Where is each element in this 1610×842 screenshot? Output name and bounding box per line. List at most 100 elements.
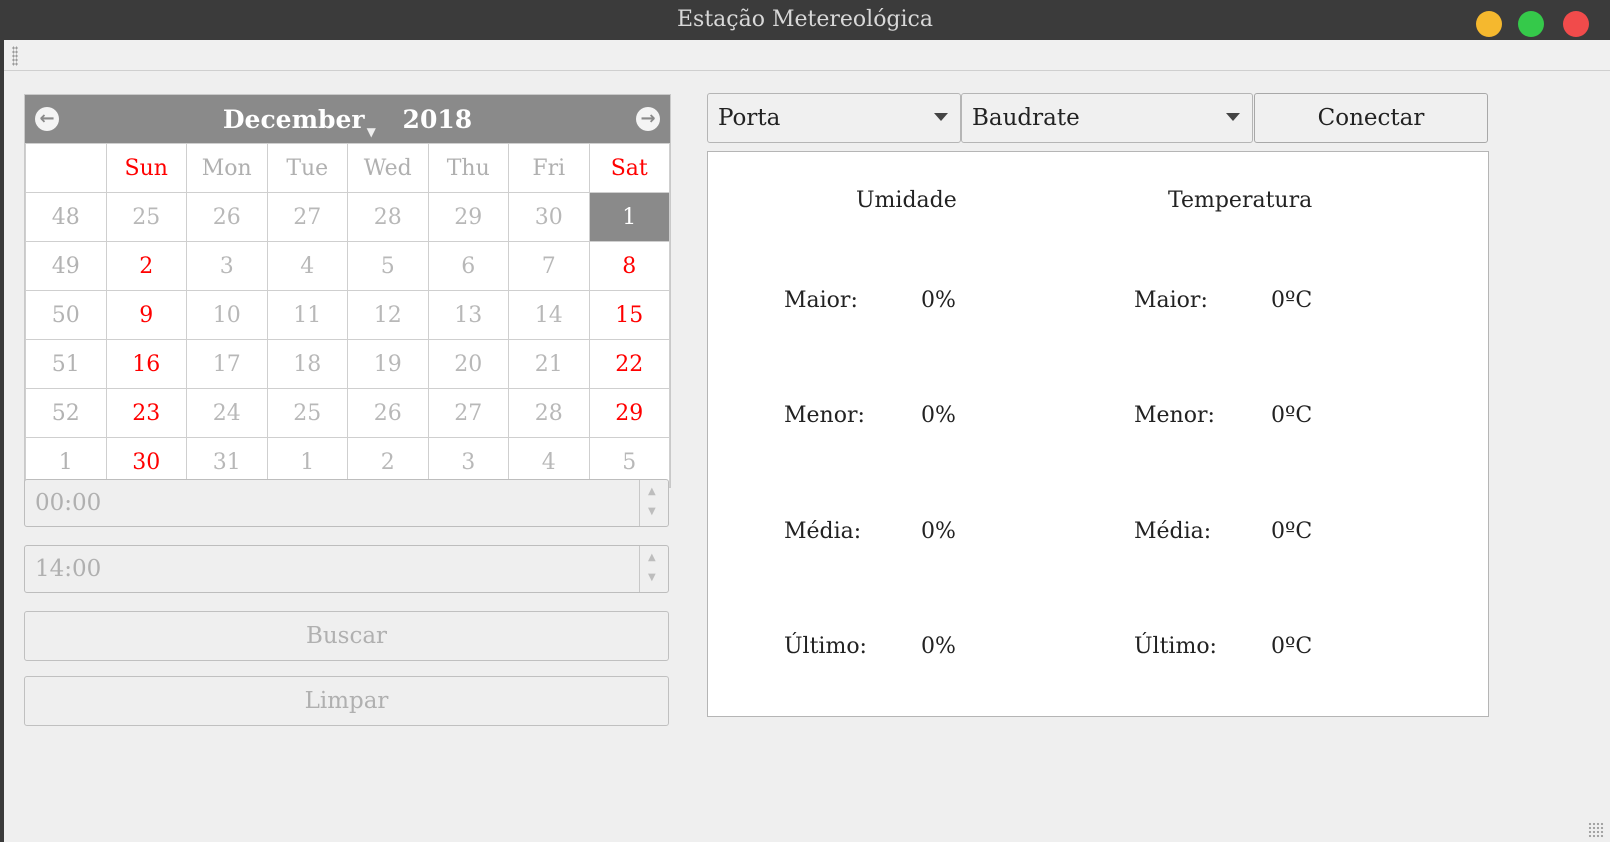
baudrate-select[interactable]: Baudrate: [961, 93, 1253, 143]
calendar-day[interactable]: 14: [508, 290, 590, 340]
humidity-min-label: Menor:: [784, 403, 865, 428]
weekday-header: Tue: [266, 143, 348, 193]
calendar-day[interactable]: 26: [186, 192, 268, 242]
humidity-last-value: 0%: [921, 634, 956, 659]
humidity-max-label: Maior:: [784, 288, 858, 313]
title-bar: Estação Metereológica: [0, 0, 1610, 40]
chevron-down-icon: [934, 113, 948, 121]
step-up-icon[interactable]: ▲: [648, 552, 656, 563]
baudrate-select-value: Baudrate: [972, 105, 1080, 131]
calendar-day[interactable]: 11: [266, 290, 348, 340]
calendar-grid: Sun Mon Tue Wed Thu Fri Sat 48 25 26 27 …: [25, 143, 670, 487]
humidity-avg-label: Média:: [784, 519, 862, 544]
calendar-day[interactable]: 28: [508, 388, 590, 438]
calendar-month-year: December ▼ 2018: [25, 105, 670, 139]
calendar-day[interactable]: 25: [105, 192, 187, 242]
port-select[interactable]: Porta: [707, 93, 961, 143]
calendar-day[interactable]: 15: [588, 290, 670, 340]
step-up-icon[interactable]: ▲: [648, 486, 656, 497]
port-select-value: Porta: [718, 105, 781, 131]
chevron-down-icon: [1226, 113, 1240, 121]
calendar-day[interactable]: 5: [347, 241, 429, 291]
next-month-icon[interactable]: →: [636, 107, 660, 131]
start-time-input[interactable]: 00:00 ▲ ▼: [24, 479, 669, 527]
week-number: 51: [25, 339, 107, 389]
temperature-avg-label: Média:: [1134, 519, 1212, 544]
calendar-day[interactable]: 24: [186, 388, 268, 438]
close-button[interactable]: [1563, 11, 1589, 37]
connect-button[interactable]: Conectar: [1254, 93, 1488, 143]
calendar-widget: ← December ▼ 2018 → Sun Mon Tue Wed Thu F…: [24, 94, 671, 488]
weekday-header: Wed: [347, 143, 429, 193]
calendar-week-row: 51 16 17 18 19 20 21 22: [25, 339, 670, 389]
calendar-day[interactable]: 7: [508, 241, 590, 291]
week-number: 52: [25, 388, 107, 438]
weekday-header: Mon: [186, 143, 268, 193]
temperature-avg-value: 0ºC: [1271, 519, 1313, 544]
toolbar-grip-icon[interactable]: [12, 46, 18, 66]
week-number: 50: [25, 290, 107, 340]
week-number: 48: [25, 192, 107, 242]
calendar-week-row: 50 9 10 11 12 13 14 15: [25, 290, 670, 340]
month-dropdown-icon[interactable]: ▼: [367, 125, 376, 139]
calendar-day[interactable]: 22: [588, 339, 670, 389]
calendar-day[interactable]: 29: [427, 192, 509, 242]
calendar-day[interactable]: 12: [347, 290, 429, 340]
calendar-day[interactable]: 20: [427, 339, 509, 389]
calendar-day[interactable]: 27: [266, 192, 348, 242]
maximize-button[interactable]: [1518, 11, 1544, 37]
search-button[interactable]: Buscar: [24, 611, 669, 661]
temperature-title: Temperatura: [1168, 188, 1313, 213]
weekday-header: Sun: [105, 143, 187, 193]
temperature-max-value: 0ºC: [1271, 288, 1313, 313]
humidity-title: Umidade: [856, 188, 957, 213]
calendar-day[interactable]: 13: [427, 290, 509, 340]
calendar-day[interactable]: 25: [266, 388, 348, 438]
calendar-day[interactable]: 19: [347, 339, 429, 389]
start-time-stepper[interactable]: ▲ ▼: [639, 480, 668, 526]
humidity-max-value: 0%: [921, 288, 956, 313]
month-selector[interactable]: December: [223, 105, 365, 134]
resize-grip-icon[interactable]: [1588, 822, 1604, 838]
humidity-last-label: Último:: [784, 634, 867, 659]
window-title: Estação Metereológica: [676, 7, 933, 32]
calendar-week-row: 52 23 24 25 26 27 28 29: [25, 388, 670, 438]
end-time-stepper[interactable]: ▲ ▼: [639, 546, 668, 592]
calendar-day[interactable]: 8: [588, 241, 670, 291]
temperature-last-value: 0ºC: [1271, 634, 1313, 659]
calendar-day[interactable]: 18: [266, 339, 348, 389]
step-down-icon[interactable]: ▼: [648, 572, 656, 583]
temperature-last-label: Último:: [1134, 634, 1217, 659]
year-selector[interactable]: 2018: [403, 105, 473, 134]
calendar-day[interactable]: 28: [347, 192, 429, 242]
calendar-day[interactable]: 26: [347, 388, 429, 438]
calendar-day[interactable]: 27: [427, 388, 509, 438]
week-number-header: [25, 143, 107, 193]
calendar-day[interactable]: 16: [105, 339, 187, 389]
calendar-day[interactable]: 2: [105, 241, 187, 291]
toolbar: [4, 40, 1610, 71]
weekday-header: Sat: [588, 143, 670, 193]
clear-button[interactable]: Limpar: [24, 676, 669, 726]
calendar-day[interactable]: 4: [266, 241, 348, 291]
humidity-avg-value: 0%: [921, 519, 956, 544]
end-time-input[interactable]: 14:00 ▲ ▼: [24, 545, 669, 593]
calendar-day[interactable]: 23: [105, 388, 187, 438]
calendar-day[interactable]: 3: [186, 241, 268, 291]
main-window: ← December ▼ 2018 → Sun Mon Tue Wed Thu F…: [4, 40, 1610, 842]
calendar-day-selected[interactable]: 1: [588, 192, 670, 242]
minimize-button[interactable]: [1476, 11, 1502, 37]
calendar-day[interactable]: 29: [588, 388, 670, 438]
calendar-day[interactable]: 6: [427, 241, 509, 291]
calendar-day[interactable]: 9: [105, 290, 187, 340]
calendar-day[interactable]: 21: [508, 339, 590, 389]
week-number: 49: [25, 241, 107, 291]
calendar-header: ← December ▼ 2018 →: [25, 95, 670, 143]
calendar-day[interactable]: 17: [186, 339, 268, 389]
calendar-day[interactable]: 10: [186, 290, 268, 340]
step-down-icon[interactable]: ▼: [648, 506, 656, 517]
start-time-value: 00:00: [35, 490, 102, 516]
calendar-day[interactable]: 30: [508, 192, 590, 242]
weekday-header: Fri: [508, 143, 590, 193]
humidity-min-value: 0%: [921, 403, 956, 428]
